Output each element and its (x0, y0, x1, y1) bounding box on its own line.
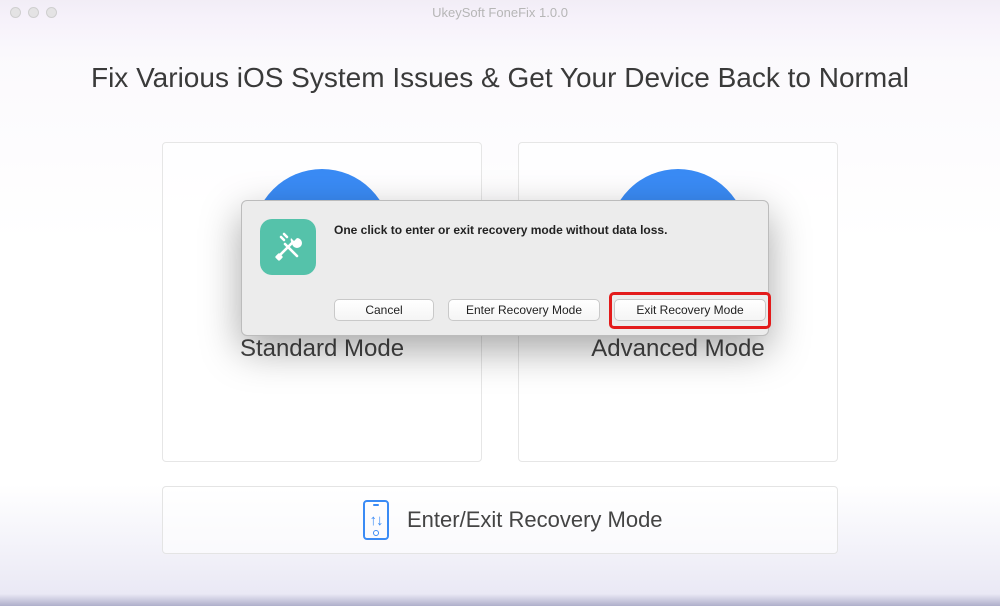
recovery-mode-bar[interactable]: ↑↓ Enter/Exit Recovery Mode (162, 486, 838, 554)
recovery-mode-label: Enter/Exit Recovery Mode (407, 507, 663, 533)
arrows-icon: ↑↓ (370, 516, 383, 525)
standard-mode-label: Standard Mode (240, 335, 404, 363)
dialog-body: One click to enter or exit recovery mode… (334, 219, 766, 321)
close-window-button[interactable] (10, 7, 21, 18)
exit-recovery-button[interactable]: Exit Recovery Mode (614, 299, 766, 321)
phone-recovery-icon: ↑↓ (363, 500, 389, 540)
page-headline: Fix Various iOS System Issues & Get Your… (0, 62, 1000, 94)
window-title: UkeySoft FoneFix 1.0.0 (0, 5, 1000, 20)
titlebar: UkeySoft FoneFix 1.0.0 (0, 0, 1000, 24)
dialog-message: One click to enter or exit recovery mode… (334, 223, 766, 237)
maximize-window-button[interactable] (46, 7, 57, 18)
tools-icon (260, 219, 316, 275)
cancel-button[interactable]: Cancel (334, 299, 434, 321)
window-controls (10, 7, 57, 18)
advanced-mode-label: Advanced Mode (591, 335, 764, 363)
enter-recovery-button[interactable]: Enter Recovery Mode (448, 299, 600, 321)
minimize-window-button[interactable] (28, 7, 39, 18)
recovery-dialog: One click to enter or exit recovery mode… (241, 200, 769, 336)
dialog-buttons: Cancel Enter Recovery Mode Exit Recovery… (334, 299, 766, 321)
